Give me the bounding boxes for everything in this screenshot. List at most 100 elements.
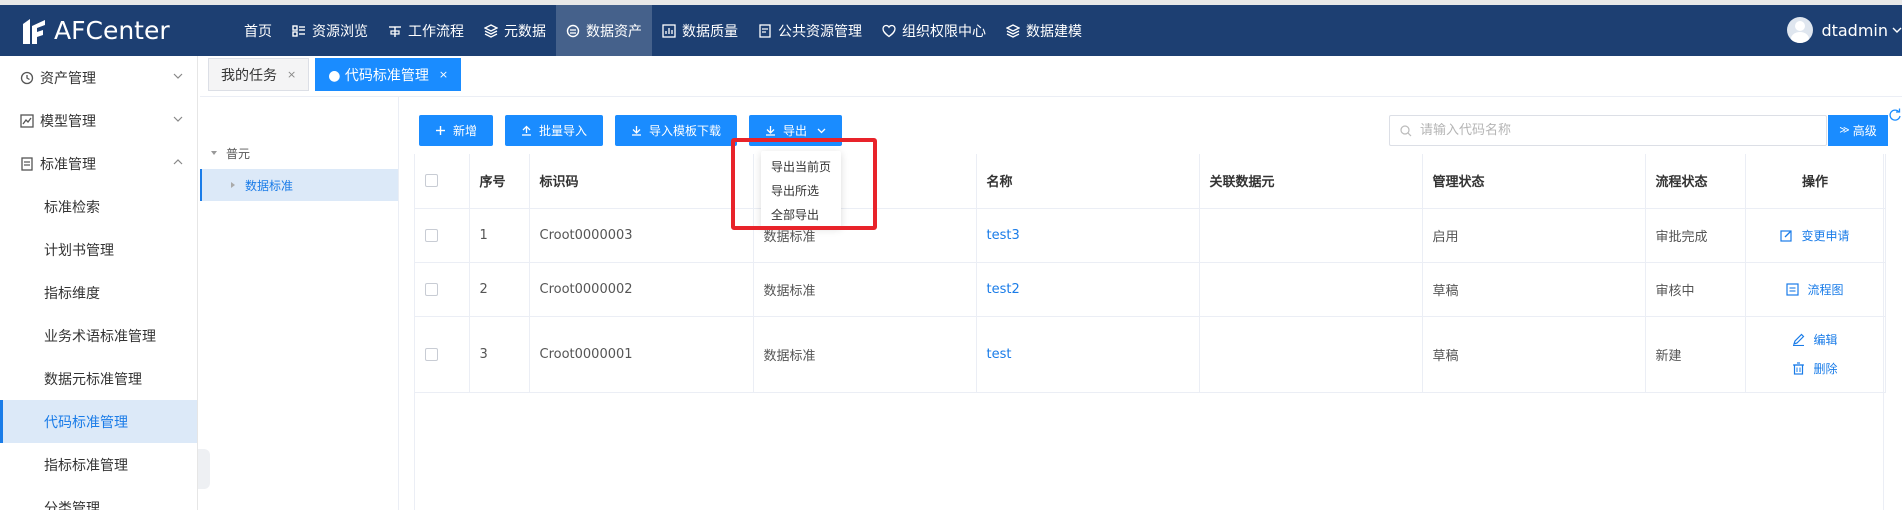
nav-home[interactable]: 首页 [234, 5, 282, 56]
sidebar-group-label: 模型管理 [40, 113, 96, 130]
nav-public-resource[interactable]: 公共资源管理 [748, 5, 872, 56]
sidebar-item-standard-search[interactable]: 标准检索 [0, 185, 197, 228]
header-select-all[interactable] [415, 154, 470, 209]
sidebar-group-standard-management[interactable]: 标准管理 [0, 142, 197, 185]
tab-code-standard[interactable]: ● 代码标准管理 × [315, 58, 462, 91]
checkbox[interactable] [425, 174, 438, 188]
edit-icon [1780, 229, 1793, 242]
export-button[interactable]: 导出 [749, 115, 843, 146]
flowchart-link[interactable]: 流程图 [1786, 281, 1844, 298]
change-request-link[interactable]: 变更申请 [1780, 227, 1850, 244]
nav-data-modeling[interactable]: 数据建模 [996, 5, 1092, 56]
sidebar-item-label: 数据元标准管理 [44, 371, 142, 388]
close-icon[interactable]: × [439, 68, 448, 81]
search-input[interactable] [1420, 123, 1780, 138]
cell-linked [1199, 208, 1423, 263]
user-name: dtadmin [1821, 20, 1888, 40]
sidebar-item-data-element[interactable]: 数据元标准管理 [0, 357, 197, 400]
sidebar-item-indicator-standard[interactable]: 指标标准管理 [0, 443, 197, 486]
cell-no: 1 [469, 208, 530, 263]
cell-name-link[interactable]: test2 [976, 262, 1200, 317]
workflow-icon [389, 25, 401, 37]
sidebar-item-label: 业务术语标准管理 [44, 328, 156, 345]
user-menu[interactable]: dtadmin [1787, 17, 1902, 43]
header-cell: 名称 [976, 154, 1200, 209]
nav-label: 组织权限中心 [902, 23, 986, 40]
sidebar-item-indicator-dimension[interactable]: 指标维度 [0, 271, 197, 314]
nav-label: 数据资产 [586, 23, 642, 40]
export-dropdown-menu: 导出当前页 导出所选 全部导出 [761, 151, 841, 227]
header-cell: 管理状态 [1422, 154, 1646, 209]
edit-link[interactable]: 编辑 [1792, 331, 1838, 348]
checkbox[interactable] [425, 228, 438, 242]
button-label: 导出 [783, 124, 808, 138]
export-all-item[interactable]: 全部导出 [761, 203, 841, 227]
cell-code: Croot0000001 [529, 316, 754, 393]
download-icon [632, 126, 642, 136]
cell-name-link[interactable]: test [976, 316, 1200, 393]
checkbox[interactable] [425, 347, 438, 361]
pencil-icon [1793, 333, 1805, 346]
caret-down-icon [211, 151, 217, 155]
sidebar-group-model-management[interactable]: 模型管理 [0, 99, 197, 142]
delete-link[interactable]: 删除 [1792, 360, 1838, 377]
row-select[interactable] [415, 316, 470, 393]
cell-name-link[interactable]: test3 [976, 208, 1200, 263]
upload-icon [522, 125, 532, 136]
clock-icon [20, 71, 34, 84]
nav-org-permission[interactable]: 组织权限中心 [872, 5, 996, 56]
cell-ops: 编辑 删除 [1745, 316, 1886, 393]
tab-my-tasks[interactable]: 我的任务 × [208, 58, 310, 91]
chevron-down-icon [173, 116, 183, 122]
nav-label: 数据建模 [1026, 23, 1082, 40]
sidebar-item-label: 代码标准管理 [44, 414, 128, 431]
nav-data-quality[interactable]: 数据质量 [652, 5, 748, 56]
row-select[interactable] [415, 208, 470, 263]
sidebar-item-category[interactable]: 分类管理 [0, 486, 197, 510]
header-cell: 操作 [1745, 154, 1886, 209]
main-nav: 首页 资源浏览 工作流程 元数据 数据资产 数据质量 公共资源管理 组织权限中心 [234, 5, 1092, 56]
advanced-search-button[interactable]: ≫ 高级 [1828, 115, 1888, 146]
sidebar-group-label: 资产管理 [40, 70, 96, 87]
sidebar-item-label: 计划书管理 [44, 242, 114, 259]
flowchart-icon [1786, 282, 1800, 296]
nav-workflow[interactable]: 工作流程 [378, 5, 474, 56]
table-row: 3 Croot0000001 数据标准 test 草稿 新建 编辑 删除 [415, 316, 1886, 393]
document-icon [21, 156, 33, 171]
row-select[interactable] [415, 262, 470, 317]
template-download-button[interactable]: 导入模板下载 [615, 115, 738, 146]
search-box [1389, 115, 1827, 146]
refresh-icon[interactable] [1888, 108, 1902, 122]
close-icon[interactable]: × [287, 68, 296, 81]
app-logo[interactable]: AFCenter [0, 16, 220, 46]
tree-node-root[interactable]: 普元 [200, 137, 398, 169]
nav-metadata[interactable]: 元数据 [474, 5, 556, 56]
header-cell: 序号 [469, 154, 530, 209]
header-cell: 标识码 [529, 154, 754, 209]
nav-resource-browse[interactable]: 资源浏览 [282, 5, 378, 56]
cell-no: 3 [469, 316, 530, 393]
chevron-down-icon [173, 73, 183, 79]
cell-ops: 变更申请 [1745, 208, 1886, 263]
cell-code: Croot0000003 [529, 208, 754, 263]
batch-import-button[interactable]: 批量导入 [505, 115, 604, 146]
op-label: 变更申请 [1801, 228, 1850, 243]
nav-data-assets[interactable]: 数据资产 [556, 5, 652, 56]
nav-label: 资源浏览 [312, 23, 368, 40]
app-title: AFCenter [54, 16, 170, 45]
tree-node-data-standard[interactable]: 数据标准 [200, 169, 398, 201]
cell-flow: 审批完成 [1645, 208, 1746, 263]
export-selected-item[interactable]: 导出所选 [761, 179, 841, 203]
nav-label: 公共资源管理 [778, 23, 862, 40]
add-button[interactable]: 新增 [419, 115, 494, 146]
sidebar-group-label: 标准管理 [40, 156, 96, 173]
export-current-page-item[interactable]: 导出当前页 [761, 155, 841, 179]
sidebar-item-plan-management[interactable]: 计划书管理 [0, 228, 197, 271]
sidebar-item-code-standard[interactable]: 代码标准管理 [0, 400, 197, 443]
sidebar-item-business-term[interactable]: 业务术语标准管理 [0, 314, 197, 357]
category-tree: 普元 数据标准 [200, 97, 399, 510]
checkbox[interactable] [425, 282, 438, 296]
cell-no: 2 [469, 262, 530, 317]
cell-ops: 流程图 [1745, 262, 1886, 317]
sidebar-group-asset-management[interactable]: 资产管理 [0, 56, 197, 99]
